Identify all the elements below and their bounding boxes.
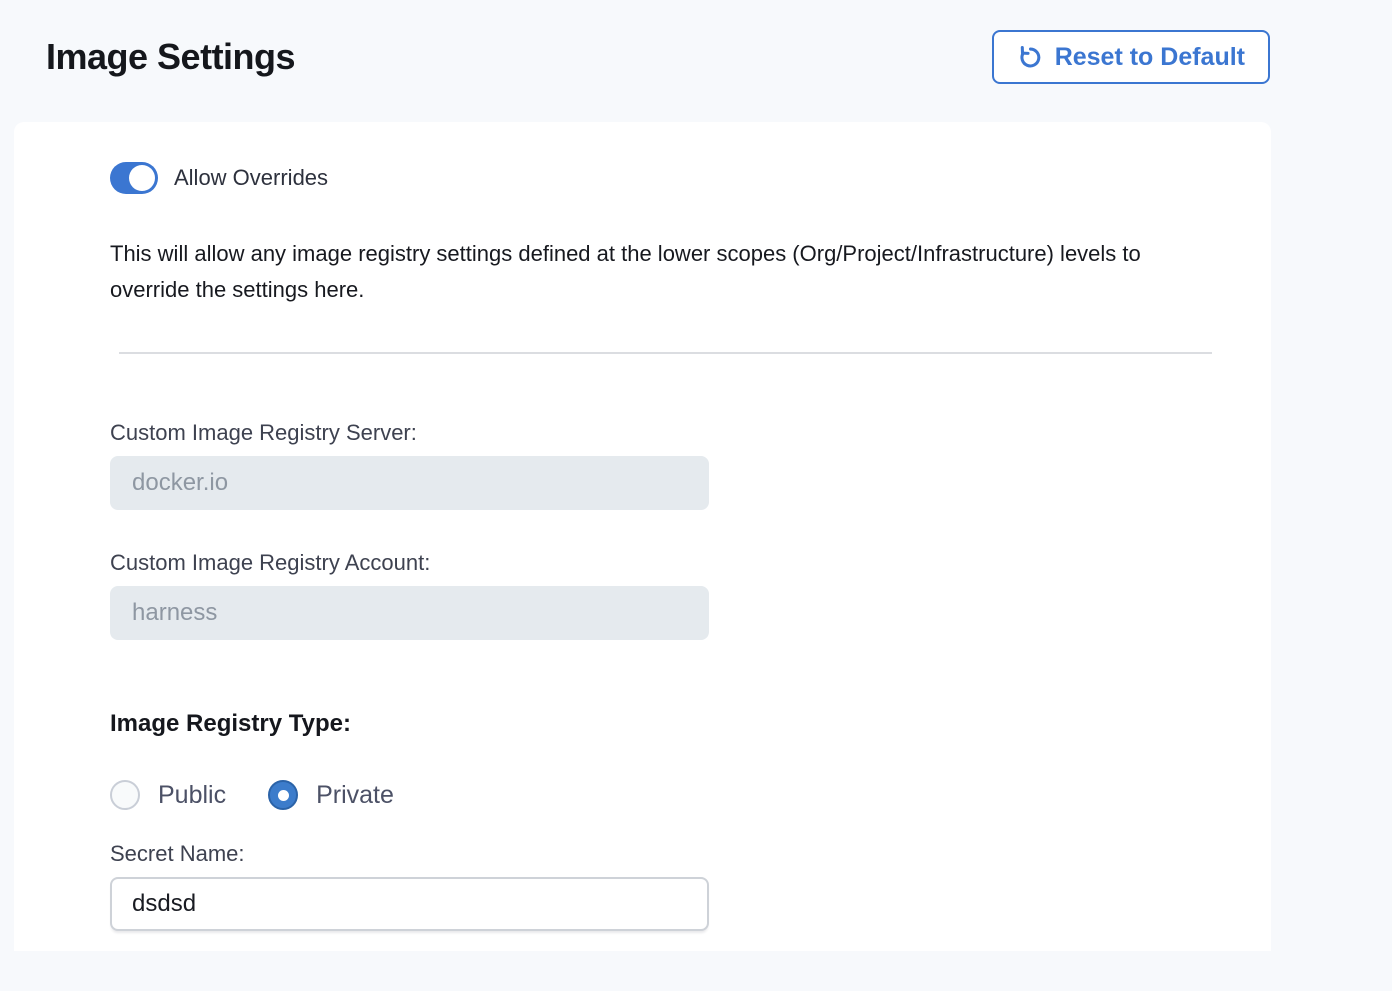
radio-public-circle — [110, 780, 140, 810]
registry-type-options: Public Private — [110, 780, 1229, 810]
radio-private-dot — [278, 790, 289, 801]
registry-server-input[interactable] — [110, 456, 709, 510]
secret-name-input[interactable] — [110, 877, 709, 931]
reset-icon — [1017, 44, 1044, 71]
registry-account-label: Custom Image Registry Account: — [110, 550, 1229, 576]
image-settings-card: Allow Overrides This will allow any imag… — [14, 122, 1271, 951]
reset-to-default-button[interactable]: Reset to Default — [992, 30, 1270, 84]
toggle-knob — [129, 165, 155, 191]
allow-overrides-toggle[interactable] — [110, 162, 158, 194]
secret-name-label: Secret Name: — [110, 841, 1229, 867]
allow-overrides-row: Allow Overrides — [110, 162, 1229, 194]
radio-private-circle — [268, 780, 298, 810]
radio-option-public[interactable]: Public — [110, 780, 226, 810]
radio-private-label: Private — [316, 781, 394, 810]
overrides-description: This will allow any image registry setti… — [110, 236, 1225, 308]
page-header: Image Settings Reset to Default — [0, 0, 1392, 84]
reset-button-label: Reset to Default — [1055, 43, 1245, 72]
registry-type-label: Image Registry Type: — [110, 710, 1229, 738]
radio-option-private[interactable]: Private — [268, 780, 394, 810]
section-divider — [119, 352, 1212, 354]
allow-overrides-label: Allow Overrides — [174, 165, 328, 191]
registry-server-label: Custom Image Registry Server: — [110, 420, 1229, 446]
registry-account-input[interactable] — [110, 586, 709, 640]
page-title: Image Settings — [46, 36, 295, 78]
radio-public-label: Public — [158, 781, 226, 810]
